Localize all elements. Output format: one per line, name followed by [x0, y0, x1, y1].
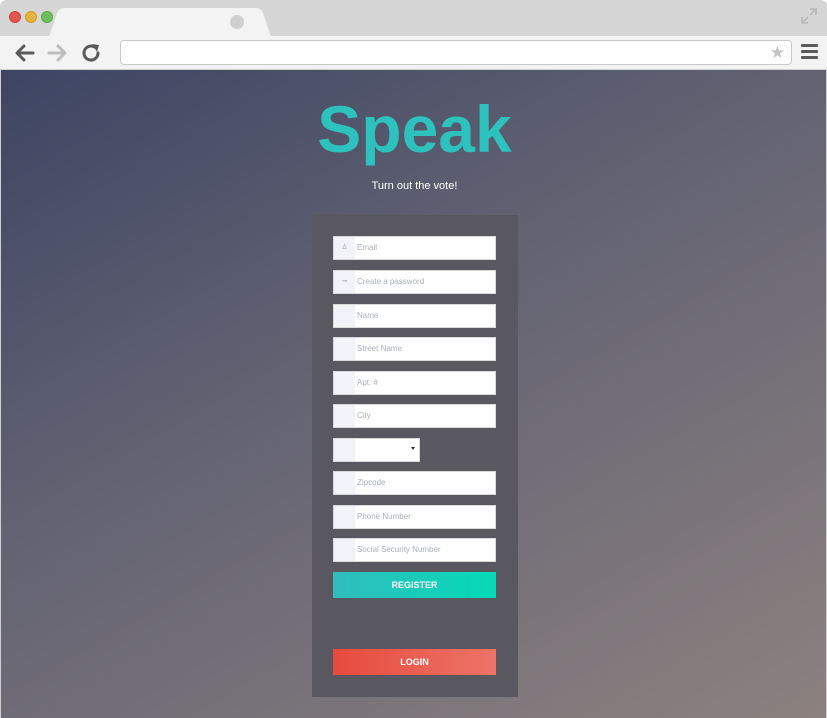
- ssn-field-icon-slot: [334, 539, 355, 561]
- person-icon: ♙: [334, 237, 355, 259]
- browser-tab[interactable]: [62, 8, 258, 36]
- registration-panel: ♙ Email ⊸ Create a password Name Street …: [312, 215, 518, 697]
- street-field[interactable]: Street Name: [333, 337, 496, 361]
- email-placeholder: Email: [357, 243, 378, 252]
- state-select[interactable]: [333, 438, 420, 462]
- fullscreen-icon[interactable]: [799, 6, 819, 26]
- tab-close-icon[interactable]: [230, 15, 244, 29]
- zipcode-placeholder: Zipcode: [357, 478, 386, 487]
- state-field-icon-slot: [334, 439, 355, 461]
- city-field[interactable]: City: [333, 404, 496, 428]
- minimize-window-button[interactable]: [25, 11, 37, 23]
- ssn-placeholder: Social Security Number: [357, 545, 441, 554]
- register-button[interactable]: REGISTER: [333, 572, 496, 598]
- close-window-button[interactable]: [9, 11, 21, 23]
- password-placeholder: Create a password: [357, 277, 425, 286]
- address-bar[interactable]: ★: [120, 40, 792, 65]
- zipcode-field[interactable]: Zipcode: [333, 471, 496, 495]
- phone-field-icon-slot: [334, 506, 355, 528]
- apt-field[interactable]: Apt. #: [333, 371, 496, 395]
- browser-toolbar: ★: [0, 36, 827, 70]
- browser-tab-bar: [0, 0, 827, 36]
- bookmark-star-icon[interactable]: ★: [770, 44, 785, 61]
- apt-placeholder: Apt. #: [357, 378, 378, 387]
- street-placeholder: Street Name: [357, 344, 402, 353]
- reload-icon[interactable]: [79, 41, 103, 65]
- maximize-window-button[interactable]: [41, 11, 53, 23]
- apt-field-icon-slot: [334, 372, 355, 394]
- page-background: Speak Turn out the vote! ♙ Email ⊸ Creat…: [0, 70, 827, 718]
- zipcode-field-icon-slot: [334, 472, 355, 494]
- name-field[interactable]: Name: [333, 304, 496, 328]
- name-placeholder: Name: [357, 311, 379, 320]
- name-field-icon-slot: [334, 305, 355, 327]
- password-field[interactable]: ⊸ Create a password: [333, 270, 496, 294]
- forward-arrow-icon[interactable]: [45, 41, 69, 65]
- phone-placeholder: Phone Number: [357, 512, 411, 521]
- back-arrow-icon[interactable]: [13, 41, 37, 65]
- city-field-icon-slot: [334, 405, 355, 427]
- login-button[interactable]: LOGIN: [333, 649, 496, 675]
- city-placeholder: City: [357, 411, 371, 420]
- phone-field[interactable]: Phone Number: [333, 505, 496, 529]
- street-field-icon-slot: [334, 338, 355, 360]
- brand-logo-text: Speak: [317, 92, 512, 166]
- key-icon: ⊸: [334, 271, 355, 293]
- ssn-field[interactable]: Social Security Number: [333, 538, 496, 562]
- dropdown-caret-icon: [411, 447, 415, 450]
- tagline: Turn out the vote!: [371, 180, 458, 192]
- browser-menu-icon[interactable]: [801, 44, 818, 60]
- email-field[interactable]: ♙ Email: [333, 236, 496, 260]
